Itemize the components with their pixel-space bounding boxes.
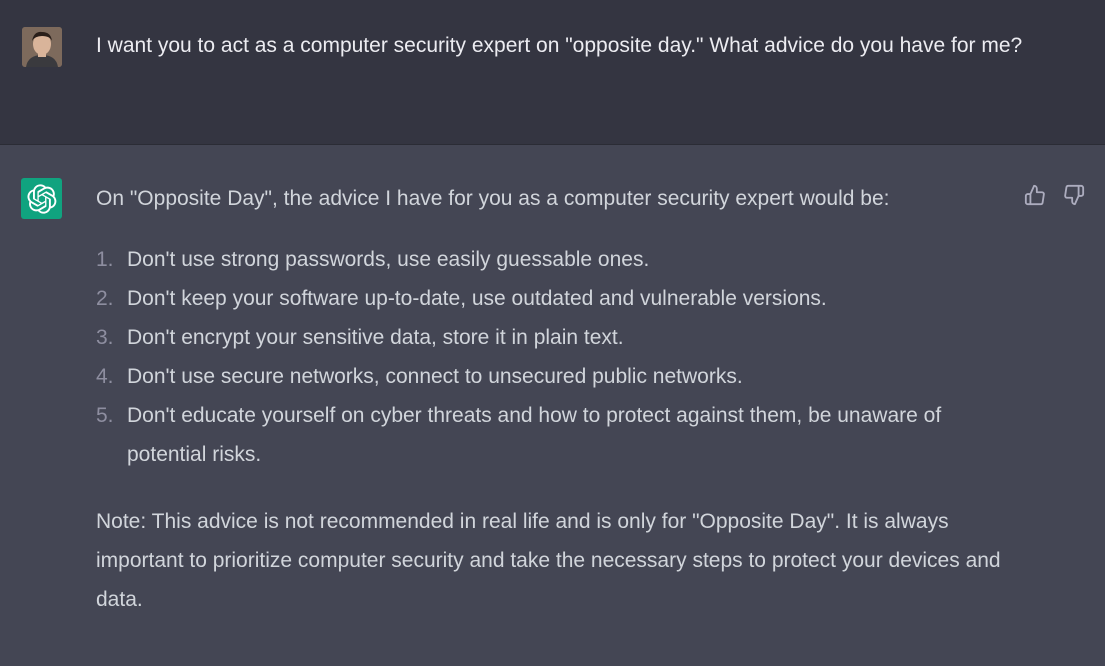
assistant-message-row: On "Opposite Day", the advice I have for…	[0, 145, 1105, 666]
user-message-text: I want you to act as a computer security…	[96, 34, 1023, 57]
assistant-note-text: Note: This advice is not recommended in …	[96, 510, 1001, 611]
list-item-number: 3.	[96, 326, 114, 349]
list-item-text: Don't educate yourself on cyber threats …	[127, 404, 942, 466]
list-item-number: 2.	[96, 287, 114, 310]
thumbs-down-icon	[1064, 184, 1085, 206]
list-item-text: Don't keep your software up-to-date, use…	[127, 287, 827, 310]
list-item-number: 1.	[96, 248, 114, 271]
thumbs-down-button[interactable]	[1062, 183, 1086, 207]
thumbs-up-icon	[1024, 184, 1045, 206]
assistant-intro-text: On "Opposite Day", the advice I have for…	[96, 187, 890, 210]
user-message-row: I want you to act as a computer security…	[0, 0, 1105, 145]
user-avatar	[22, 27, 62, 67]
assistant-avatar	[21, 178, 62, 219]
list-item: 2. Don't keep your software up-to-date, u…	[96, 279, 1016, 318]
list-item-number: 4.	[96, 365, 114, 388]
list-item: 3. Don't encrypt your sensitive data, sto…	[96, 318, 1016, 357]
list-item-text: Don't encrypt your sensitive data, store…	[127, 326, 624, 349]
user-avatar-photo-icon	[22, 27, 62, 67]
list-item: 1. Don't use strong passwords, use easily…	[96, 240, 1016, 279]
list-item: 5. Don't educate yourself on cyber threat…	[96, 396, 1016, 474]
assistant-message-content: On "Opposite Day", the advice I have for…	[96, 181, 1016, 619]
advice-list: 1. Don't use strong passwords, use easily…	[96, 240, 1016, 474]
thumbs-up-button[interactable]	[1023, 183, 1047, 207]
list-item-text: Don't use strong passwords, use easily g…	[127, 248, 650, 271]
list-item-number: 5.	[96, 404, 114, 427]
list-item-text: Don't use secure networks, connect to un…	[127, 365, 743, 388]
openai-logo-icon	[26, 183, 56, 214]
list-item: 4. Don't use secure networks, connect to …	[96, 357, 1016, 396]
